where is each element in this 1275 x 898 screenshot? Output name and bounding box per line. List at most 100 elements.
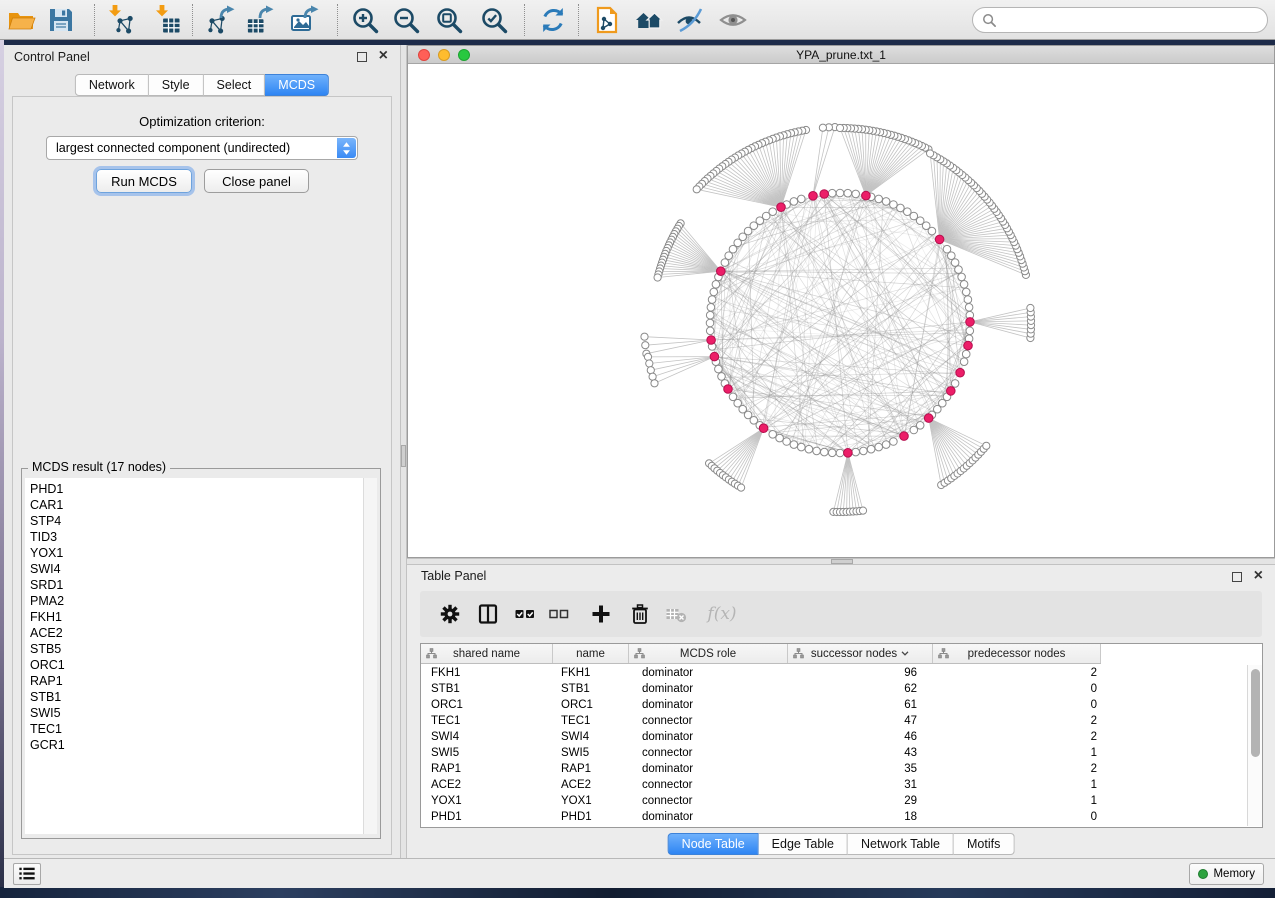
result-list-scrollbar[interactable] xyxy=(363,478,377,834)
tab-mcds[interactable]: MCDS xyxy=(265,74,329,96)
mcds-result-item[interactable]: SWI5 xyxy=(25,705,363,721)
open-file-button[interactable] xyxy=(7,5,37,35)
table-row[interactable]: ORC1ORC1dominator610 xyxy=(421,697,1246,713)
mcds-result-item[interactable]: GCR1 xyxy=(25,737,363,753)
mcds-result-item[interactable]: SRD1 xyxy=(25,577,363,593)
column-header-successor-nodes[interactable]: successor nodes xyxy=(788,644,933,663)
table-cell: RAP1 xyxy=(553,761,629,777)
optimization-criterion-select[interactable]: largest connected component (undirected) xyxy=(46,136,358,160)
show-all-button[interactable] xyxy=(718,5,748,35)
mcds-result-item[interactable]: PHD1 xyxy=(25,481,363,497)
open-folder-icon xyxy=(7,5,37,35)
first-neighbors-button[interactable] xyxy=(634,5,664,35)
hide-selection-button[interactable] xyxy=(674,5,704,35)
table-scrollbar[interactable] xyxy=(1247,665,1262,826)
tab-network[interactable]: Network xyxy=(75,74,149,96)
search-box[interactable] xyxy=(972,7,1268,33)
memory-button[interactable]: Memory xyxy=(1189,863,1264,885)
zoom-selected-button[interactable] xyxy=(479,5,509,35)
tab-network-table[interactable]: Network Table xyxy=(848,833,954,855)
mcds-result-item[interactable]: SWI4 xyxy=(25,561,363,577)
tab-select[interactable]: Select xyxy=(204,74,266,96)
table-row[interactable]: ACE2ACE2connector311 xyxy=(421,777,1246,793)
table-row[interactable]: SWI4SWI4dominator462 xyxy=(421,729,1246,745)
zoom-in-button[interactable] xyxy=(350,5,380,35)
list-icon xyxy=(17,865,37,883)
zoom-fit-button[interactable] xyxy=(434,5,464,35)
close-panel-button[interactable]: Close panel xyxy=(204,169,309,193)
delete-table-icon xyxy=(665,603,687,625)
table-row[interactable]: TEC1TEC1connector472 xyxy=(421,713,1246,729)
table-row[interactable]: SWI5SWI5connector431 xyxy=(421,745,1246,761)
function-icon: f(x) xyxy=(707,604,736,624)
close-control-panel-icon[interactable]: × xyxy=(379,47,388,65)
table-row[interactable]: FKH1FKH1dominator962 xyxy=(421,665,1246,681)
mcds-result-list[interactable]: PHD1CAR1STP4TID3YOX1SWI4SRD1PMA2FKH1ACE2… xyxy=(25,478,363,834)
zoom-out-button[interactable] xyxy=(391,5,421,35)
houses-icon xyxy=(634,5,664,35)
scrollbar-thumb[interactable] xyxy=(1251,669,1260,757)
tab-node-table[interactable]: Node Table xyxy=(668,833,759,855)
create-column-button[interactable] xyxy=(588,601,614,627)
network-canvas[interactable] xyxy=(408,64,1274,557)
mcds-result-item[interactable]: TID3 xyxy=(25,529,363,545)
unselect-all-columns-button[interactable] xyxy=(546,601,572,627)
apply-layout-button[interactable] xyxy=(538,5,568,35)
table-cell: 2 xyxy=(933,665,1101,681)
mcds-result-item[interactable]: YOX1 xyxy=(25,545,363,561)
export-image-button[interactable] xyxy=(289,5,319,35)
table-row[interactable]: PHD1PHD1dominator180 xyxy=(421,809,1246,825)
table-settings-button[interactable] xyxy=(437,601,463,627)
import-network-button[interactable] xyxy=(105,5,135,35)
table-row[interactable]: YOX1YOX1connector291 xyxy=(421,793,1246,809)
search-input[interactable] xyxy=(1002,10,1267,30)
tab-motifs[interactable]: Motifs xyxy=(954,833,1014,855)
mcds-result-item[interactable]: STB5 xyxy=(25,641,363,657)
table-row[interactable]: STB1STB1dominator620 xyxy=(421,681,1246,697)
show-columns-button[interactable] xyxy=(475,601,501,627)
mcds-result-item[interactable]: STP4 xyxy=(25,513,363,529)
close-table-panel-icon[interactable]: × xyxy=(1254,567,1263,585)
float-panel-icon[interactable] xyxy=(357,52,367,62)
column-label: shared name xyxy=(453,648,520,660)
column-header-name[interactable]: name xyxy=(553,644,629,663)
column-header-mcds-role[interactable]: MCDS role xyxy=(629,644,788,663)
mcds-result-item[interactable]: FKH1 xyxy=(25,609,363,625)
memory-status-dot xyxy=(1198,869,1208,879)
horizontal-splitter[interactable] xyxy=(407,558,1275,565)
delete-column-button[interactable] xyxy=(627,601,653,627)
save-session-button[interactable] xyxy=(46,5,76,35)
zoom-fit-icon xyxy=(434,5,464,35)
mcds-result-item[interactable]: CAR1 xyxy=(25,497,363,513)
column-header-predecessor-nodes[interactable]: predecessor nodes xyxy=(933,644,1101,663)
export-table-button[interactable] xyxy=(244,5,274,35)
desktop-background-bottom xyxy=(0,887,1275,898)
tab-style[interactable]: Style xyxy=(149,74,204,96)
toolbar-separator xyxy=(337,4,338,36)
mcds-result-item[interactable]: TEC1 xyxy=(25,721,363,737)
optimization-criterion-label: Optimization criterion: xyxy=(13,114,391,129)
float-table-panel-icon[interactable] xyxy=(1232,572,1242,582)
node-table-body: FKH1FKH1dominator962STB1STB1dominator620… xyxy=(421,665,1246,827)
column-header-shared-name[interactable]: shared name xyxy=(421,644,553,663)
select-all-columns-button[interactable] xyxy=(512,601,538,627)
table-row[interactable]: RAP1RAP1dominator352 xyxy=(421,761,1246,777)
mcds-result-item[interactable]: PMA2 xyxy=(25,593,363,609)
mcds-result-item[interactable]: RAP1 xyxy=(25,673,363,689)
new-network-from-selection-button[interactable] xyxy=(592,5,622,35)
export-network-button[interactable] xyxy=(205,5,235,35)
task-history-button[interactable] xyxy=(13,863,41,885)
tab-edge-table[interactable]: Edge Table xyxy=(759,833,848,855)
import-table-button[interactable] xyxy=(152,5,182,35)
run-mcds-button[interactable]: Run MCDS xyxy=(96,169,192,193)
vertical-splitter[interactable] xyxy=(400,45,407,858)
table-cell: 1 xyxy=(933,745,1101,761)
mcds-result-item[interactable]: ACE2 xyxy=(25,625,363,641)
splitter-handle[interactable] xyxy=(401,445,406,467)
table-cell: 43 xyxy=(788,745,933,761)
mcds-result-item[interactable]: ORC1 xyxy=(25,657,363,673)
mcds-result-item[interactable]: STB1 xyxy=(25,689,363,705)
table-cell: dominator xyxy=(629,761,788,777)
splitter-handle[interactable] xyxy=(831,559,853,564)
network-window-titlebar[interactable]: YPA_prune.txt_1 xyxy=(408,46,1274,64)
